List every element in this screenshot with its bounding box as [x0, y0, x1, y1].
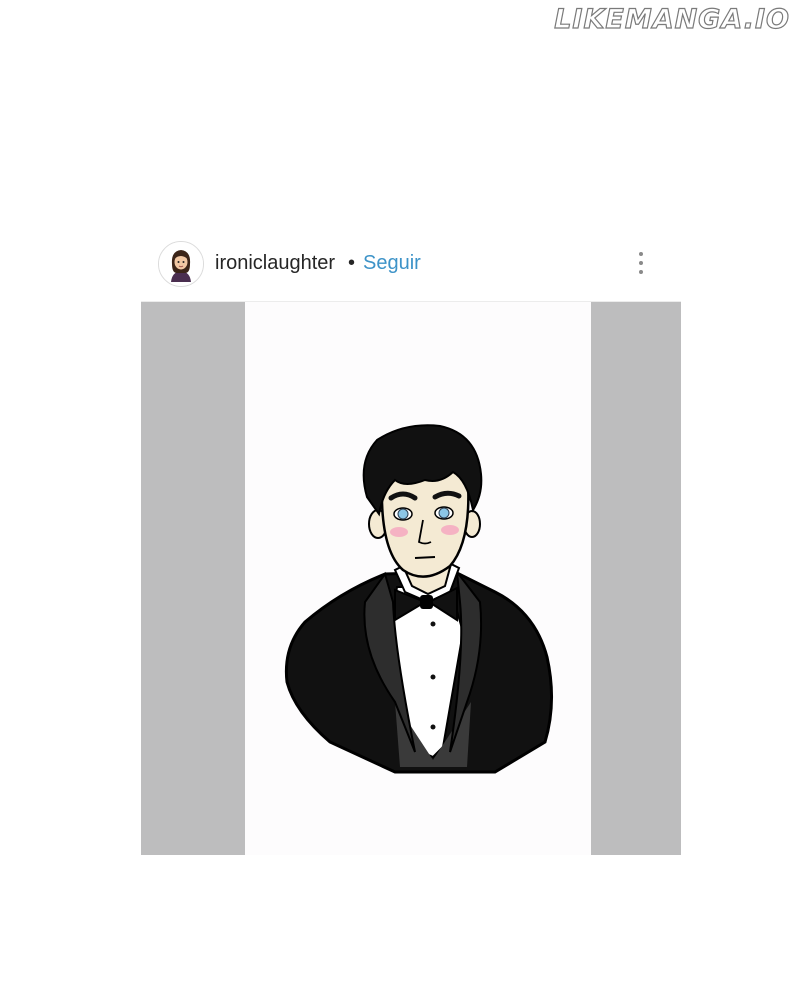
- separator-dot: •: [348, 252, 356, 274]
- avatar-illustration: [159, 242, 203, 286]
- post-header: ironiclaughter • Seguir: [141, 236, 681, 300]
- post-username[interactable]: ironiclaughter: [215, 252, 335, 275]
- post-image: [141, 301, 681, 855]
- watermark: LIKEMANGA.IO: [554, 3, 790, 35]
- follow-button[interactable]: Seguir: [363, 252, 421, 275]
- drawing-canvas: [245, 302, 591, 855]
- avatar[interactable]: [158, 241, 204, 287]
- tuxedo-man-illustration: [284, 424, 553, 774]
- instagram-post: ironiclaughter • Seguir: [141, 236, 681, 855]
- more-options-icon[interactable]: [625, 248, 657, 278]
